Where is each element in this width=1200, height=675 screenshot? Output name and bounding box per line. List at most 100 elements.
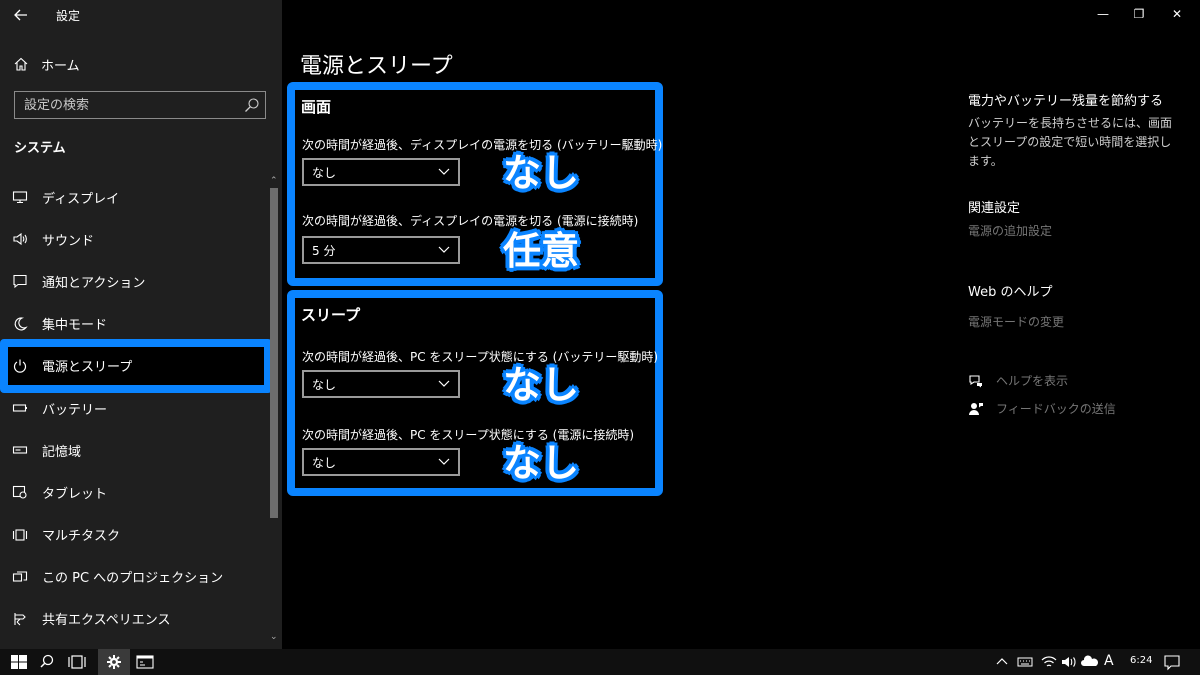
sidebar-item-storage[interactable]: 記憶域 [0, 429, 266, 471]
sidebar-item-label: サウンド [42, 233, 95, 249]
search-icon[interactable] [244, 97, 260, 113]
screen-plugged-dropdown[interactable]: 5 分 [302, 236, 460, 264]
annotation-sleep-plugged: なし [503, 441, 580, 485]
related-settings-title: 関連設定 [968, 201, 1021, 216]
sidebar-item-label: マルチタスク [42, 529, 121, 545]
action-center-icon[interactable] [1162, 652, 1182, 672]
onedrive-cloud-icon[interactable] [1080, 652, 1100, 672]
multitask-icon [12, 529, 28, 541]
chevron-down-icon[interactable]: ⌄ [270, 632, 278, 642]
app-title: 設定 [56, 9, 81, 23]
moon-icon [14, 317, 28, 331]
ime-indicator[interactable]: A [1104, 653, 1114, 669]
search-icon[interactable] [36, 652, 58, 672]
task-view-icon[interactable] [66, 652, 88, 672]
search-input[interactable] [15, 92, 235, 118]
sleep-plugged-dropdown[interactable]: なし [302, 448, 460, 476]
taskbar: A 6:24 [0, 649, 1200, 675]
back-button[interactable] [10, 5, 32, 25]
back-arrow-icon [14, 9, 27, 21]
feedback-link[interactable]: フィードバックの送信 [968, 400, 1116, 417]
sleep-battery-dropdown[interactable]: なし [302, 370, 460, 398]
shared-icon [14, 612, 26, 626]
save-power-text: バッテリーを長持ちさせるには、画面とスリープの設定で短い時間を選択します。 [968, 116, 1173, 168]
title-bar: 設定 [0, 0, 282, 30]
sidebar-item-sound[interactable]: サウンド [0, 218, 266, 260]
help-chat-icon [969, 374, 982, 387]
sleep-settings-panel: スリープ 次の時間が経過後、PC をスリープ状態にする (バッテリー駆動時) な… [287, 290, 663, 496]
projection-icon [12, 571, 28, 582]
scroll-thumb[interactable] [270, 188, 278, 518]
sidebar-item-battery[interactable]: バッテリー [0, 387, 266, 429]
sidebar-item-label: 記憶域 [42, 444, 82, 460]
sidebar-item-multitask[interactable]: マルチタスク [0, 514, 266, 556]
sidebar-item-display[interactable]: ディスプレイ [0, 176, 266, 218]
speaker-icon [13, 233, 27, 246]
home-icon [14, 57, 28, 71]
keyboard-icon[interactable] [1016, 652, 1034, 672]
annotation-sleep-battery: なし [503, 363, 580, 407]
sidebar-scrollbar[interactable]: ⌃ ⌄ [266, 176, 282, 646]
chevron-down-icon [438, 458, 450, 465]
sidebar-item-label: タブレット [42, 486, 108, 502]
search-box[interactable] [14, 91, 266, 119]
screen-battery-label: 次の時間が経過後、ディスプレイの電源を切る (バッテリー駆動時) [302, 138, 663, 152]
windows-start-icon[interactable] [8, 652, 30, 672]
sidebar-item-label: ディスプレイ [42, 191, 120, 207]
gear-icon [107, 655, 121, 669]
section-title: システム [14, 141, 66, 156]
annotation-screen-battery: なし [503, 151, 580, 195]
sleep-plugged-label: 次の時間が経過後、PC をスリープ状態にする (電源に接続時) [302, 428, 635, 442]
save-power-title: 電力やバッテリー残量を節約する [968, 94, 1164, 109]
sidebar-item-tablet[interactable]: タブレット [0, 471, 266, 513]
monitor-icon [12, 191, 28, 204]
sidebar-item-power-sleep[interactable]: 電源とスリープ [0, 338, 272, 393]
sidebar-item-label: この PC へのプロジェクション [42, 571, 224, 587]
web-help-title: Web のヘルプ [968, 285, 1053, 300]
sleep-battery-label: 次の時間が経過後、PC をスリープ状態にする (バッテリー駆動時) [302, 350, 659, 364]
taskbar-settings-active[interactable] [98, 649, 130, 675]
change-power-mode-link[interactable]: 電源モードの変更 [968, 313, 1064, 330]
sidebar: 設定 ホーム システム ディスプレイ サウンド 通知とアクション 集中モード 電 [0, 0, 282, 649]
nav-list: ディスプレイ サウンド 通知とアクション 集中モード 電源とスリープ バッテリー… [0, 176, 272, 640]
chevron-up-icon[interactable] [994, 652, 1010, 672]
dropdown-value: なし [312, 455, 337, 470]
battery-icon [12, 404, 27, 412]
dropdown-value: 5 分 [312, 243, 336, 258]
screen-battery-dropdown[interactable]: なし [302, 158, 460, 186]
screen-settings-panel: 画面 次の時間が経過後、ディスプレイの電源を切る (バッテリー駆動時) なし 次… [287, 82, 663, 286]
chevron-down-icon [438, 168, 450, 175]
sidebar-item-shared[interactable]: 共有エクスペリエンス [0, 598, 266, 640]
sidebar-item-label: バッテリー [42, 402, 108, 418]
clock[interactable]: 6:24 [1130, 655, 1152, 666]
home-label: ホーム [41, 58, 80, 74]
annotation-screen-plugged: 任意 [503, 229, 580, 273]
sidebar-item-label: 集中モード [42, 318, 108, 334]
wifi-icon[interactable] [1040, 652, 1058, 672]
feedback-icon [969, 402, 983, 415]
sidebar-item-label: 電源とスリープ [42, 360, 133, 376]
sidebar-item-projection[interactable]: この PC へのプロジェクション [0, 556, 266, 598]
restore-button[interactable]: ❐ [1124, 4, 1154, 24]
selection-highlight [0, 338, 272, 393]
sidebar-item-notifications[interactable]: 通知とアクション [0, 260, 266, 302]
dropdown-value: なし [312, 165, 337, 180]
additional-power-settings-link[interactable]: 電源の追加設定 [968, 222, 1052, 239]
minimize-button[interactable]: — [1088, 4, 1118, 24]
chevron-up-icon[interactable]: ⌃ [270, 176, 278, 186]
home-link[interactable]: ホーム [0, 48, 282, 80]
tablet-icon [12, 486, 27, 499]
chevron-down-icon [438, 246, 450, 253]
terminal-icon[interactable] [134, 652, 156, 672]
page-title: 電源とスリープ [300, 54, 453, 79]
dropdown-value: なし [312, 377, 337, 392]
get-help-link[interactable]: ヘルプを表示 [968, 372, 1068, 389]
close-button[interactable]: ✕ [1162, 4, 1192, 24]
chevron-down-icon [438, 380, 450, 387]
power-icon [13, 359, 27, 373]
get-help-label: ヘルプを表示 [996, 374, 1069, 388]
volume-icon[interactable] [1060, 652, 1078, 672]
feedback-label: フィードバックの送信 [996, 402, 1116, 416]
screen-plugged-label: 次の時間が経過後、ディスプレイの電源を切る (電源に接続時) [302, 214, 639, 228]
sleep-section-title: スリープ [301, 306, 361, 324]
